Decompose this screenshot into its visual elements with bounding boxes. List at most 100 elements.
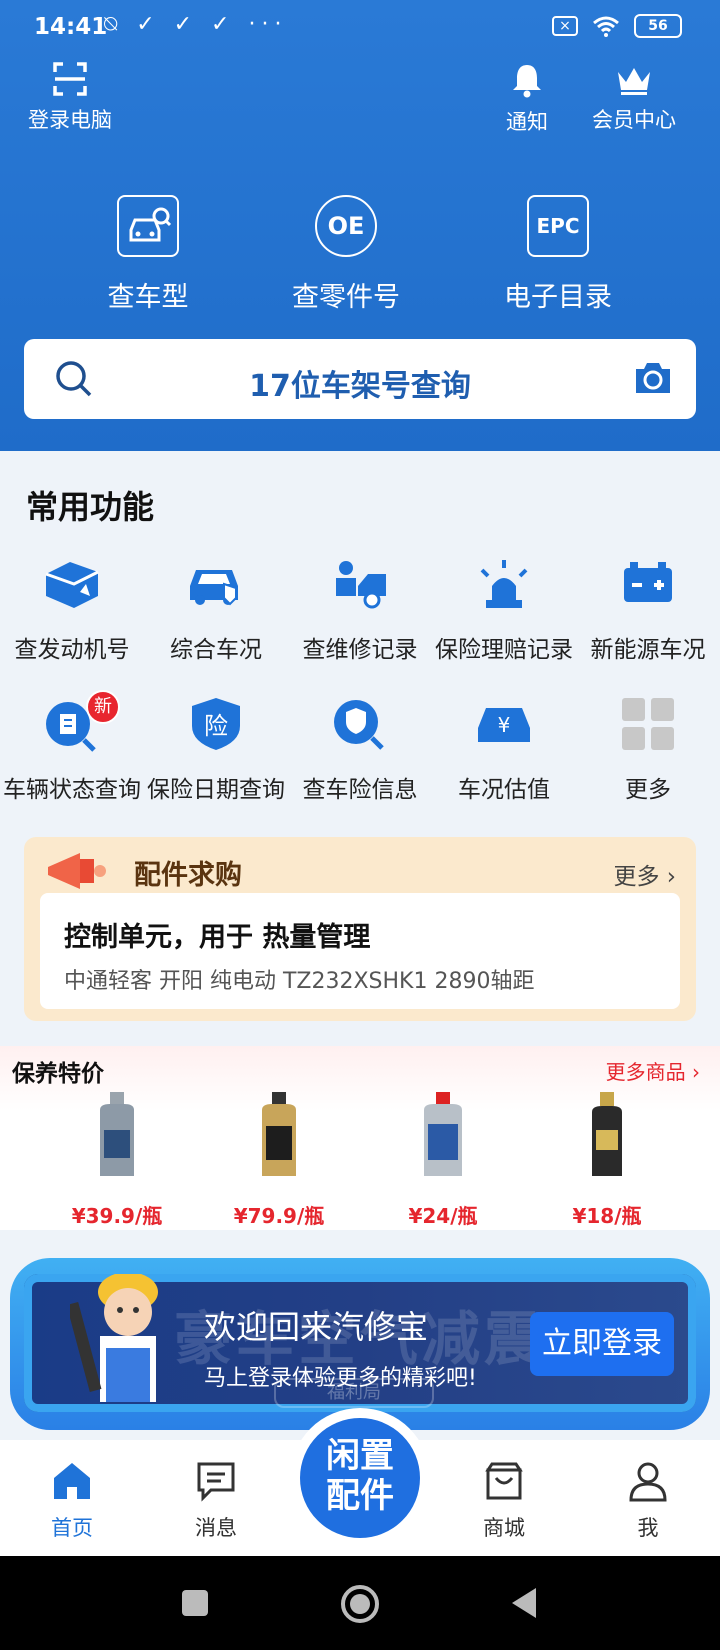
login-now-button[interactable]: 立即登录	[530, 1312, 674, 1376]
parts-request-title: 配件求购	[134, 860, 242, 891]
quick-vehicle-model[interactable]: 查车型	[48, 195, 248, 314]
home-nav-icon[interactable]	[340, 1584, 380, 1624]
member-center-label: 会员中心	[592, 108, 676, 132]
home-icon	[54, 1463, 90, 1499]
banner-tag: 福利局	[274, 1378, 434, 1408]
func-repair-records[interactable]: 查维修记录	[288, 552, 432, 664]
svg-text:¥: ¥	[498, 713, 511, 737]
back-icon[interactable]	[508, 1586, 540, 1620]
banner-welcome-text: 欢迎回来汽修宝	[204, 1308, 429, 1346]
func-insurance-date-label: 保险日期查询	[147, 777, 285, 803]
func-insurance-claims-label: 保险理赔记录	[435, 637, 573, 663]
notification-icons: ⍉ ✓ ✓ ✓ ···	[104, 12, 288, 37]
status-time: 14:41	[34, 14, 108, 40]
parts-request-item-sub: 中通轻客 开阳 纯电动 TZ232XSHK1 2890轴距	[64, 969, 535, 994]
notify-button[interactable]: 通知	[506, 62, 548, 136]
no-sim-icon: ×	[552, 16, 578, 36]
tab-home[interactable]: 首页	[12, 1458, 132, 1542]
status-bar: 14:41 ⍉ ✓ ✓ ✓ ··· × 56	[0, 0, 720, 56]
recent-apps-icon[interactable]	[180, 1588, 210, 1618]
member-center-button[interactable]: 会员中心	[592, 62, 676, 134]
header: 14:41 ⍉ ✓ ✓ ✓ ··· × 56 登录电脑 通知 会员中心 查车型 …	[0, 0, 720, 451]
oil-bottle-image	[262, 1092, 296, 1176]
user-icon	[629, 1462, 667, 1502]
mechanic-icon	[325, 552, 395, 616]
quick-part-number[interactable]: OE 查零件号	[246, 195, 446, 314]
insurance-shield-icon: 险	[181, 692, 251, 756]
quick-vehicle-model-label: 查车型	[107, 282, 189, 313]
shopping-bag-icon	[485, 1462, 523, 1500]
wifi-icon	[593, 16, 619, 37]
product-item[interactable]: ¥24/瓶	[368, 1090, 518, 1229]
func-insurance-date[interactable]: 险 保险日期查询	[144, 692, 288, 804]
welcome-banner[interactable]: 豪车空气减震 欢迎回来汽修宝 马上登录体验更多的精彩吧! 立即登录 福利局	[24, 1274, 696, 1412]
vin-search-bar[interactable]: 17位车架号查询	[24, 339, 696, 419]
bell-icon	[513, 65, 541, 98]
mechanic-mascot-image	[70, 1274, 158, 1402]
func-vehicle-condition-label: 综合车况	[170, 637, 262, 663]
product-price: ¥24/瓶	[408, 1204, 478, 1228]
tab-messages-label: 消息	[195, 1516, 237, 1540]
camera-icon[interactable]	[632, 359, 674, 397]
product-price: ¥39.9/瓶	[71, 1204, 163, 1228]
epc-icon: EPC	[527, 195, 589, 257]
func-car-insurance-info[interactable]: 查车险信息	[288, 692, 432, 804]
crown-icon	[618, 68, 650, 95]
tab-messages[interactable]: 消息	[156, 1458, 276, 1542]
status-right: × 56	[552, 14, 682, 38]
oil-bottle-image	[424, 1092, 462, 1176]
func-car-valuation-label: 车况估值	[458, 777, 550, 803]
tab-shop-label: 商城	[483, 1516, 525, 1540]
siren-icon	[469, 552, 539, 616]
func-car-valuation[interactable]: ¥ 车况估值	[432, 692, 576, 804]
system-nav-bar	[0, 1556, 720, 1650]
battery-indicator: 56	[634, 14, 682, 38]
vin-search-text: 17位车架号查询	[249, 369, 471, 404]
func-vehicle-status[interactable]: 新 车辆状态查询	[0, 690, 144, 804]
tab-me[interactable]: 我	[588, 1458, 708, 1542]
func-more[interactable]: 更多	[576, 692, 720, 804]
product-item[interactable]: ¥18/瓶	[532, 1090, 682, 1229]
tab-me-label: 我	[637, 1516, 659, 1540]
idle-parts-label: 闲置配件	[300, 1418, 420, 1538]
func-engine-number[interactable]: 查发动机号	[0, 552, 144, 664]
parts-request-card: 配件求购 更多 › 控制单元，用于 热量管理 中通轻客 开阳 纯电动 TZ232…	[24, 837, 696, 1021]
grid-icon	[613, 692, 683, 756]
car-yen-icon: ¥	[469, 692, 539, 756]
func-repair-records-label: 查维修记录	[302, 637, 418, 663]
message-icon	[197, 1462, 235, 1502]
func-vehicle-condition[interactable]: 综合车况	[144, 552, 288, 664]
parts-request-item-title: 控制单元，用于 热量管理	[64, 922, 371, 953]
parts-request-item[interactable]: 控制单元，用于 热量管理 中通轻客 开阳 纯电动 TZ232XSHK1 2890…	[40, 893, 680, 1009]
product-item[interactable]: ¥39.9/瓶	[42, 1090, 192, 1229]
new-badge: 新	[86, 690, 120, 724]
func-more-label: 更多	[625, 777, 671, 803]
parts-request-more[interactable]: 更多 ›	[613, 857, 676, 891]
func-vehicle-status-label: 车辆状态查询	[3, 777, 141, 803]
megaphone-icon	[48, 853, 106, 889]
login-pc-label: 登录电脑	[28, 108, 112, 132]
more-products-link[interactable]: 更多商品 ›	[606, 1056, 700, 1085]
product-item[interactable]: ¥79.9/瓶	[204, 1090, 354, 1229]
scan-icon	[53, 62, 87, 96]
tab-shop[interactable]: 商城	[444, 1458, 564, 1542]
quick-part-number-label: 查零件号	[292, 282, 400, 313]
func-engine-number-label: 查发动机号	[14, 637, 130, 663]
func-insurance-claims[interactable]: 保险理赔记录	[432, 552, 576, 664]
notify-label: 通知	[506, 110, 548, 134]
engine-icon	[37, 552, 107, 616]
product-price: ¥79.9/瓶	[233, 1204, 325, 1228]
additive-bottle-image	[592, 1092, 622, 1176]
oil-bottle-image	[100, 1092, 134, 1176]
idle-parts-button[interactable]: 闲置配件	[290, 1408, 430, 1548]
func-car-insurance-info-label: 查车险信息	[302, 777, 418, 803]
quick-epc-catalog[interactable]: EPC 电子目录	[458, 195, 658, 314]
login-pc-button[interactable]: 登录电脑	[28, 62, 112, 134]
func-ev-condition[interactable]: 新能源车况	[576, 552, 720, 664]
insurance-search-icon	[325, 692, 395, 756]
maintenance-specials: 保养特价 更多商品 › ¥39.9/瓶 ¥79.9/瓶 ¥24/瓶 ¥18/瓶	[0, 1046, 720, 1230]
battery-icon	[613, 552, 683, 616]
common-functions-title: 常用功能	[26, 488, 155, 526]
maintenance-title: 保养特价	[12, 1061, 104, 1087]
car-search-icon	[117, 195, 179, 257]
